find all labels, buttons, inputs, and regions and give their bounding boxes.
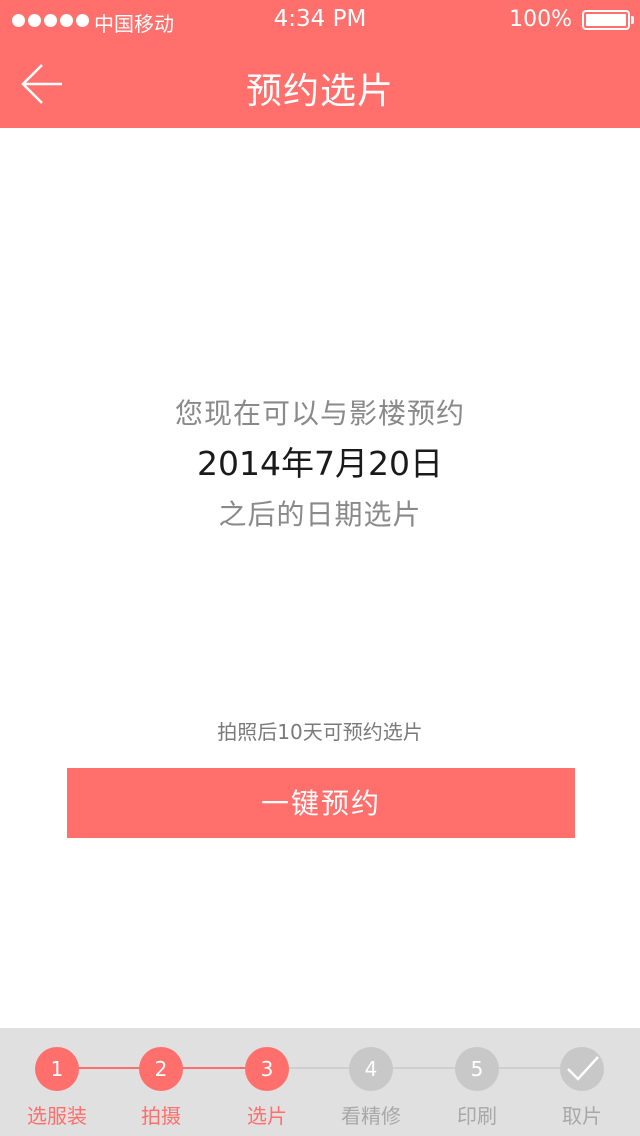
nav-bar: 预约选片 [0, 40, 640, 128]
battery-percentage: 100% [509, 7, 572, 32]
step-shooting[interactable]: 2 拍摄 [106, 1047, 216, 1128]
step-view-retouched[interactable]: 4 看精修 [316, 1047, 426, 1128]
message-line-3: 之后的日期选片 [218, 498, 422, 531]
step-number: 1 [35, 1047, 79, 1091]
step-printing[interactable]: 5 印刷 [422, 1047, 532, 1128]
available-date: 2014年7月20日 [197, 444, 443, 483]
step-label: 看精修 [341, 1104, 401, 1128]
step-label: 选服装 [27, 1104, 87, 1128]
step-label: 取片 [562, 1104, 602, 1128]
step-pickup[interactable]: 取片 [527, 1047, 637, 1128]
step-label: 选片 [247, 1104, 287, 1128]
progress-footer: 1 选服装 2 拍摄 3 选片 4 看精修 5 印刷 取片 [0, 1028, 640, 1136]
step-number: 5 [455, 1047, 499, 1091]
booking-hint: 拍照后10天可预约选片 [217, 720, 423, 744]
page-title: 预约选片 [245, 71, 394, 112]
step-number: 2 [139, 1047, 183, 1091]
header: 中国移动 4:34 PM 100% 预约选片 [0, 0, 640, 128]
status-bar: 中国移动 4:34 PM 100% [0, 0, 640, 40]
battery-icon [582, 10, 634, 30]
screen: 中国移动 4:34 PM 100% 预约选片 您现在可以与影楼预约 2014年7… [0, 0, 640, 1136]
message-line-1: 您现在可以与影楼预约 [174, 397, 465, 430]
step-select-photos[interactable]: 3 选片 [212, 1047, 322, 1128]
checkmark-icon [560, 1047, 604, 1091]
step-number: 4 [349, 1047, 393, 1091]
one-click-booking-button[interactable]: 一键预约 [67, 768, 575, 838]
step-number: 3 [245, 1047, 289, 1091]
availability-message: 您现在可以与影楼预约 2014年7月20日 之后的日期选片 [0, 390, 640, 540]
step-label: 印刷 [457, 1104, 497, 1128]
step-label: 拍摄 [141, 1104, 181, 1128]
step-choose-costume[interactable]: 1 选服装 [2, 1047, 112, 1128]
